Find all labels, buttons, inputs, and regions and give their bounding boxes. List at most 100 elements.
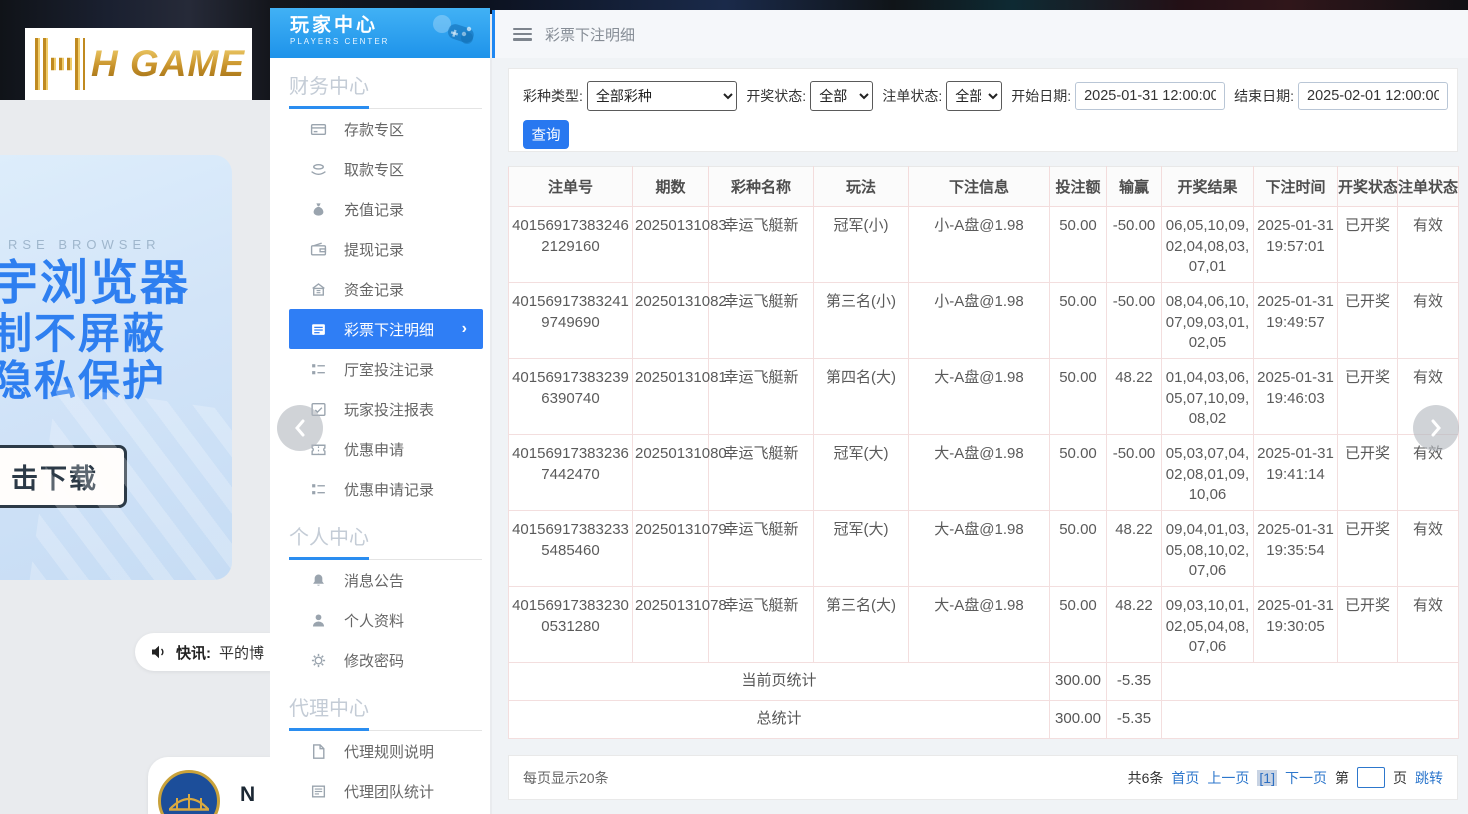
table-cell: 50.00 xyxy=(1050,587,1107,663)
site-logo-bar: H GAME xyxy=(25,28,252,100)
table-cell: 第三名(小) xyxy=(814,283,909,359)
table-cell: 48.22 xyxy=(1107,511,1162,587)
sidebar-section-title: 个人中心 xyxy=(289,525,482,551)
table-cell: 09,03,10,01,02,05,04,08,07,06 xyxy=(1162,587,1254,663)
table-cell: 有效 xyxy=(1398,283,1459,359)
table-cell: 2025-01-31 19:41:14 xyxy=(1254,435,1338,511)
jump-prefix-label: 第 xyxy=(1335,768,1349,788)
menu-icon[interactable] xyxy=(513,28,532,41)
table-cell: 已开奖 xyxy=(1338,283,1398,359)
prev-page-link[interactable]: 上一页 xyxy=(1207,768,1249,788)
sidebar-item-label: 修改密码 xyxy=(344,650,404,671)
bell-icon xyxy=(310,572,327,589)
table-cell: 已开奖 xyxy=(1338,207,1398,283)
jump-page-input[interactable] xyxy=(1357,767,1385,788)
table-cell: 20250131082 xyxy=(633,283,709,359)
table-cell: 已开奖 xyxy=(1338,435,1398,511)
search-button[interactable]: 查询 xyxy=(523,120,569,149)
browser-ad-banner[interactable]: RSE BROWSER 宇浏览器 制不屏蔽 隐私保护 击下载 xyxy=(0,155,232,580)
sidebar-item-label: 代理团队统计 xyxy=(344,781,434,802)
start-date-label: 开始日期: xyxy=(1011,86,1071,106)
table-row: 40156917383239639074020250131081幸运飞艇新第四名… xyxy=(509,359,1459,435)
jump-suffix-label: 页 xyxy=(1393,768,1407,788)
gear-icon xyxy=(310,652,327,669)
table-cell: 大-A盘@1.98 xyxy=(909,511,1050,587)
page-title: 彩票下注明细 xyxy=(545,24,635,45)
table-cell: 幸运飞艇新 xyxy=(709,435,814,511)
table-cell: 有效 xyxy=(1398,587,1459,663)
sidebar-item-提现记录[interactable]: 提现记录 xyxy=(289,229,483,269)
deposit-card-icon xyxy=(310,121,327,138)
jump-button[interactable]: 跳转 xyxy=(1415,768,1443,788)
sidebar-item-label: 代理规则说明 xyxy=(344,741,434,762)
bet-status-label: 注单状态: xyxy=(882,86,942,106)
coupon-record-icon xyxy=(310,481,327,498)
sidebar-item-存款专区[interactable]: 存款专区 xyxy=(289,109,483,149)
table-cell: 401569173832396390740 xyxy=(509,359,633,435)
column-header: 期数 xyxy=(633,167,709,207)
table-cell: 第四名(大) xyxy=(814,359,909,435)
next-page-link[interactable]: 下一页 xyxy=(1285,768,1327,788)
start-date-input[interactable] xyxy=(1075,82,1225,110)
table-cell: 401569173832367442470 xyxy=(509,435,633,511)
sidebar-item-充值记录[interactable]: 充值记录 xyxy=(289,189,483,229)
sidebar-item-label: 彩票下注明细 xyxy=(344,319,434,340)
summary-winloss-total: -5.35 xyxy=(1107,701,1162,739)
column-header: 输赢 xyxy=(1107,167,1162,207)
table-cell: 小-A盘@1.98 xyxy=(909,283,1050,359)
summary-winloss-total: -5.35 xyxy=(1107,663,1162,701)
column-header: 投注额 xyxy=(1050,167,1107,207)
summary-label: 当前页统计 xyxy=(509,663,1050,701)
column-header: 开奖结果 xyxy=(1162,167,1254,207)
table-cell: 有效 xyxy=(1398,511,1459,587)
ticker-text: 平的博 xyxy=(219,642,264,663)
table-cell: 冠军(小) xyxy=(814,207,909,283)
table-footer: 每页显示20条 共6条 首页 上一页 [1] 下一页 第 页 跳转 xyxy=(508,755,1458,800)
download-button[interactable]: 击下载 xyxy=(0,445,127,508)
sidebar-item-label: 资金记录 xyxy=(344,279,404,300)
bet-status-select[interactable]: 全部 xyxy=(946,81,1002,111)
withdraw-record-icon xyxy=(310,241,327,258)
table-cell: 20250131081 xyxy=(633,359,709,435)
sidebar-item-代理规则说明[interactable]: 代理规则说明 xyxy=(289,731,483,771)
sidebar-item-个人资料[interactable]: 个人资料 xyxy=(289,600,483,640)
hh-logo-text: H GAME xyxy=(91,43,245,85)
summary-label: 总统计 xyxy=(509,701,1050,739)
draw-status-select[interactable]: 全部 xyxy=(810,81,873,111)
carousel-prev-button[interactable] xyxy=(277,405,323,451)
filter-panel: 彩种类型: 全部彩种 开奖状态: 全部 注单状态: 全部 开始日期: 结束日期:… xyxy=(508,68,1458,152)
table-cell: 20250131079 xyxy=(633,511,709,587)
withdraw-hand-icon xyxy=(310,161,327,178)
sidebar-section-title: 财务中心 xyxy=(289,74,482,100)
sidebar-item-厅室投注记录[interactable]: 厅室投注记录 xyxy=(289,349,483,389)
table-cell: 大-A盘@1.98 xyxy=(909,587,1050,663)
news-icon xyxy=(310,783,327,800)
table-cell: 2025-01-31 19:49:57 xyxy=(1254,283,1338,359)
end-date-input[interactable] xyxy=(1298,82,1448,110)
table-cell: 幸运飞艇新 xyxy=(709,511,814,587)
carousel-next-button[interactable] xyxy=(1413,405,1459,451)
sidebar-item-彩票下注明细[interactable]: 彩票下注明细› xyxy=(289,309,483,349)
bet-detail-icon xyxy=(310,321,327,338)
sidebar-item-修改密码[interactable]: 修改密码 xyxy=(289,640,483,680)
column-header: 开奖状态 xyxy=(1338,167,1398,207)
table-cell: 有效 xyxy=(1398,207,1459,283)
table-cell: 08,04,06,10,07,09,03,01,02,05 xyxy=(1162,283,1254,359)
sidebar-item-label: 取款专区 xyxy=(344,159,404,180)
nba-text: N xyxy=(240,783,255,807)
table-cell: 401569173832419749690 xyxy=(509,283,633,359)
sidebar-item-label: 厅室投注记录 xyxy=(344,359,434,380)
sidebar-item-资金记录[interactable]: 资金记录 xyxy=(289,269,483,309)
table-cell: 2025-01-31 19:46:03 xyxy=(1254,359,1338,435)
first-page-link[interactable]: 首页 xyxy=(1171,768,1199,788)
current-page-badge: [1] xyxy=(1257,770,1277,786)
sidebar-item-优惠申请记录[interactable]: 优惠申请记录 xyxy=(289,469,483,509)
sidebar-item-取款专区[interactable]: 取款专区 xyxy=(289,149,483,189)
column-header: 注单号 xyxy=(509,167,633,207)
ad-tagline: RSE BROWSER xyxy=(8,237,161,252)
table-cell: 冠军(大) xyxy=(814,511,909,587)
sidebar-item-代理团队统计[interactable]: 代理团队统计 xyxy=(289,771,483,811)
lottery-type-select[interactable]: 全部彩种 xyxy=(587,81,737,111)
table-cell: 401569173832462129160 xyxy=(509,207,633,283)
sidebar-item-消息公告[interactable]: 消息公告 xyxy=(289,560,483,600)
